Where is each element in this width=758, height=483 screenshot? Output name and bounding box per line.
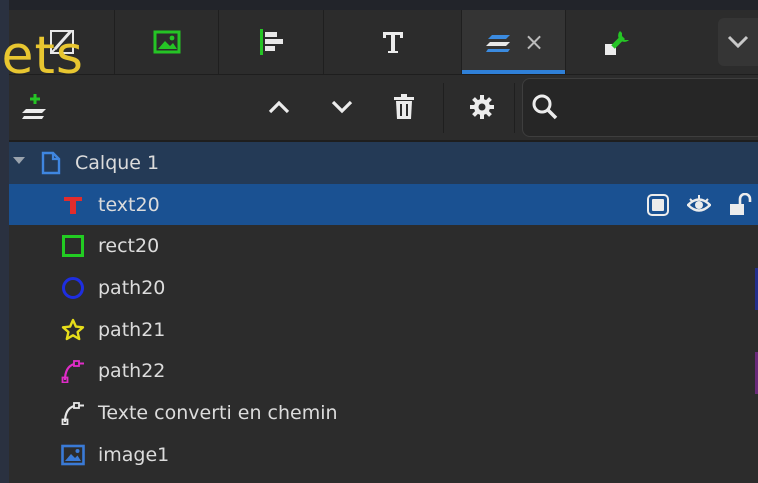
eye-icon[interactable] xyxy=(687,193,711,217)
active-tab-indicator xyxy=(462,70,566,74)
more-tabs-button[interactable] xyxy=(718,18,758,66)
move-up-button[interactable] xyxy=(259,87,299,127)
image-icon xyxy=(153,30,181,54)
close-tab-button[interactable]: × xyxy=(524,30,544,54)
trash-icon xyxy=(394,94,414,119)
rectangle-icon xyxy=(62,235,84,258)
object-row[interactable]: rect20 xyxy=(9,225,758,267)
object-row[interactable]: path20 xyxy=(9,267,758,309)
settings-button[interactable] xyxy=(462,87,502,127)
search-box xyxy=(522,78,758,137)
document-icon xyxy=(41,151,61,175)
object-row[interactable]: image1 xyxy=(9,434,758,476)
chevron-down-icon xyxy=(727,35,749,49)
layers-icon xyxy=(485,35,510,52)
bezier-path-icon xyxy=(61,360,84,384)
chevron-down-icon xyxy=(331,100,353,114)
star-icon xyxy=(61,318,85,340)
gear-icon xyxy=(470,95,494,119)
dialog-tab-bar: × xyxy=(9,10,758,75)
bezier-path-icon xyxy=(61,402,84,426)
object-label: Texte converti en chemin xyxy=(98,402,338,425)
wrench-icon xyxy=(605,31,629,55)
objects-toolbar xyxy=(9,75,758,142)
expand-arrow-icon[interactable] xyxy=(12,156,26,166)
objects-tree: Calque 1 text20 rect20 path20 path21 pat… xyxy=(9,142,758,476)
unlock-icon[interactable] xyxy=(728,192,752,217)
object-label: path21 xyxy=(98,318,166,341)
image-icon xyxy=(61,444,85,466)
tab-text[interactable] xyxy=(323,10,462,74)
move-down-button[interactable] xyxy=(322,87,362,127)
object-row[interactable]: path22 xyxy=(9,350,758,392)
tab-align[interactable] xyxy=(218,10,324,74)
align-left-icon xyxy=(259,29,283,55)
tab-objects[interactable]: × xyxy=(461,10,566,74)
object-label: rect20 xyxy=(98,235,160,258)
text-icon xyxy=(383,32,403,53)
object-row[interactable]: path21 xyxy=(9,309,758,351)
object-row[interactable]: Texte converti en chemin xyxy=(9,392,758,434)
layer-label: Calque 1 xyxy=(75,152,160,174)
toolbar-divider xyxy=(443,83,444,133)
search-icon xyxy=(532,94,558,120)
toolbar-divider xyxy=(514,83,515,133)
object-label: path22 xyxy=(98,360,166,383)
circle-icon xyxy=(62,277,84,300)
object-label: image1 xyxy=(98,443,170,466)
text-object-icon xyxy=(64,196,82,214)
window-top-strip xyxy=(0,0,758,10)
object-label: path20 xyxy=(98,277,166,300)
object-row[interactable]: text20 xyxy=(9,183,758,226)
tab-preferences[interactable] xyxy=(565,10,670,74)
delete-button[interactable] xyxy=(384,87,424,127)
search-input[interactable] xyxy=(571,91,755,123)
clip-toggle-icon[interactable] xyxy=(646,193,670,217)
layer-row[interactable]: Calque 1 xyxy=(9,142,758,184)
add-layer-icon xyxy=(22,94,46,119)
object-label: text20 xyxy=(98,193,160,216)
chevron-up-icon xyxy=(268,100,290,114)
row-actions xyxy=(646,192,752,217)
tab-image[interactable] xyxy=(114,10,219,74)
add-layer-button[interactable] xyxy=(15,87,55,127)
